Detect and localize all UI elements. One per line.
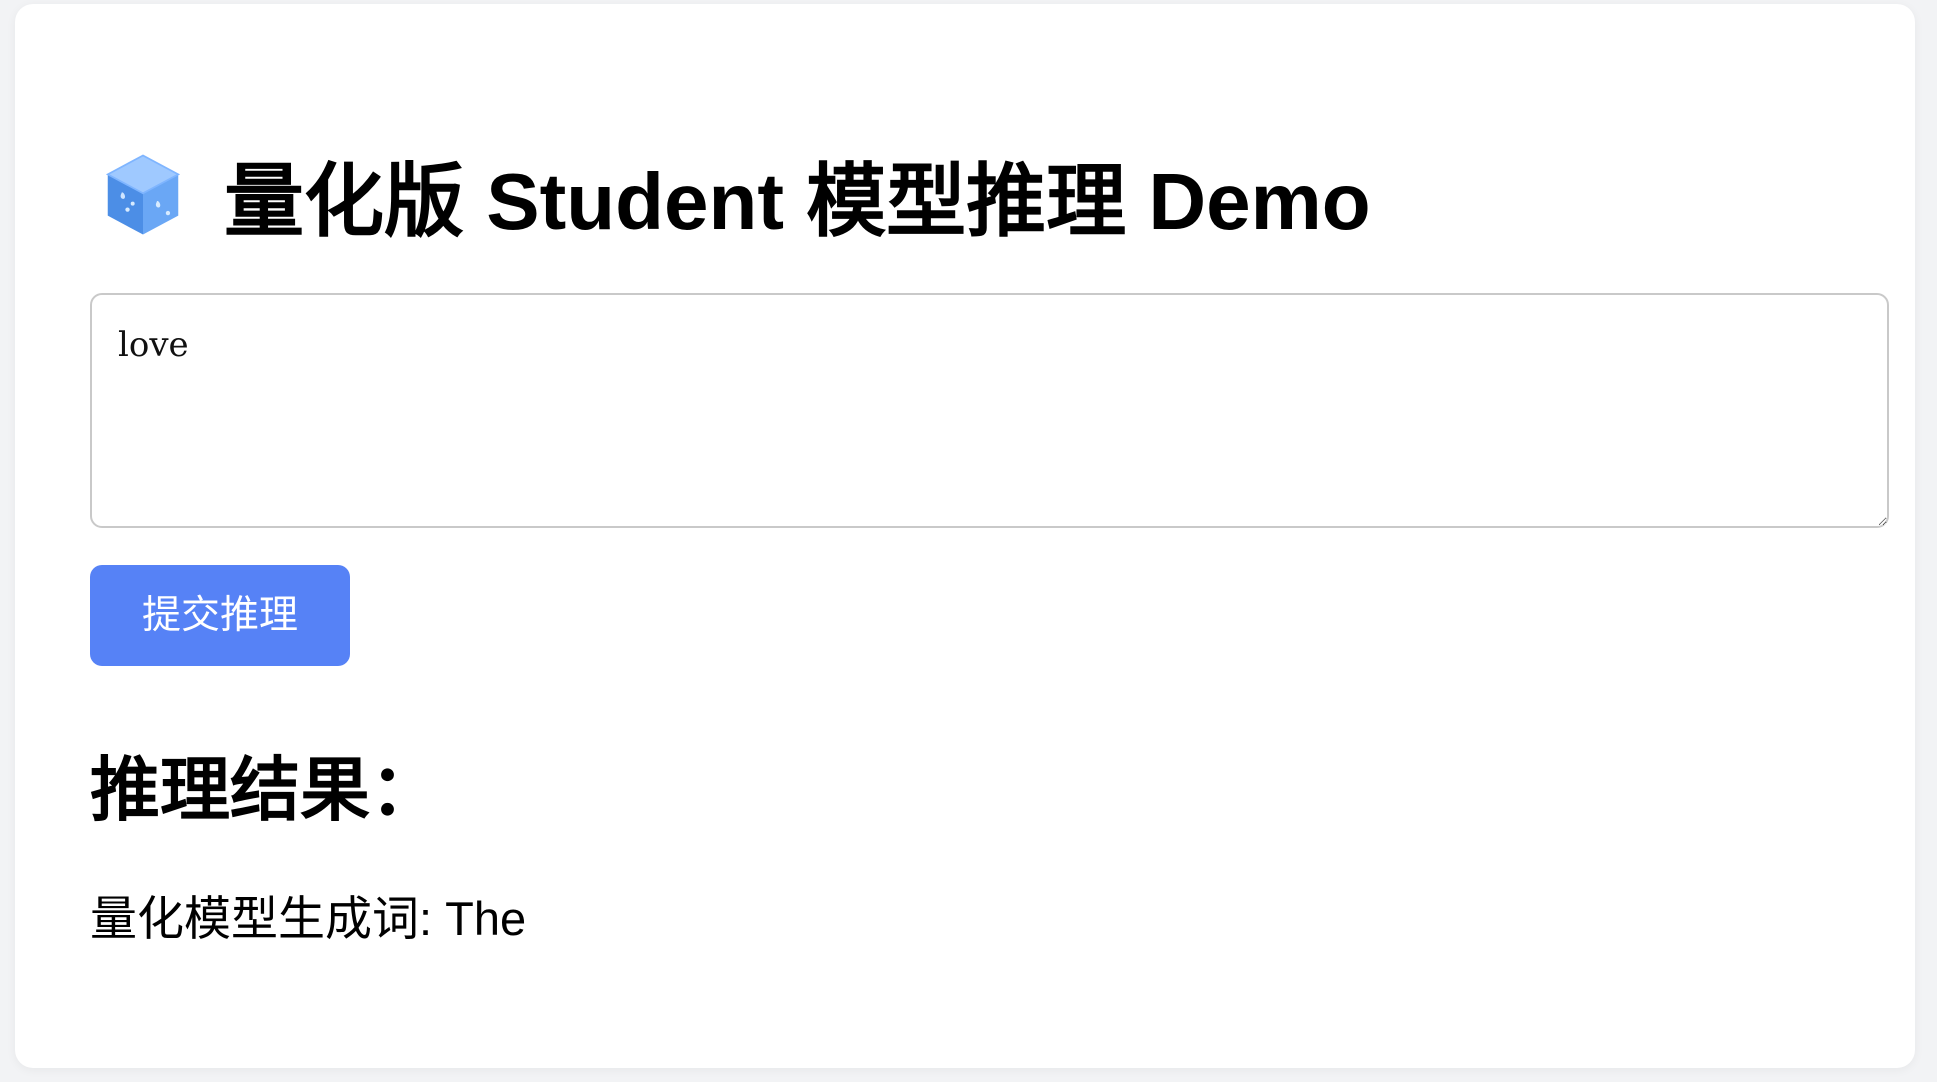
result-heading: 推理结果： [90, 751, 440, 829]
main-card: 量化版 Student 模型推理 Demo 提交推理 推理结果： 量化模型生成词… [15, 4, 1915, 1068]
submit-inference-button[interactable]: 提交推理 [90, 565, 350, 666]
cube-icon [105, 154, 181, 235]
result-label: 量化模型生成词: [90, 892, 446, 945]
page-title-text: 量化版 Student 模型推理 Demo [224, 157, 1371, 246]
prompt-input[interactable] [90, 293, 1889, 528]
result-value: The [445, 892, 527, 945]
page-title: 量化版 Student 模型推理 Demo [100, 140, 1371, 250]
result-text: 量化模型生成词: The [90, 892, 526, 946]
